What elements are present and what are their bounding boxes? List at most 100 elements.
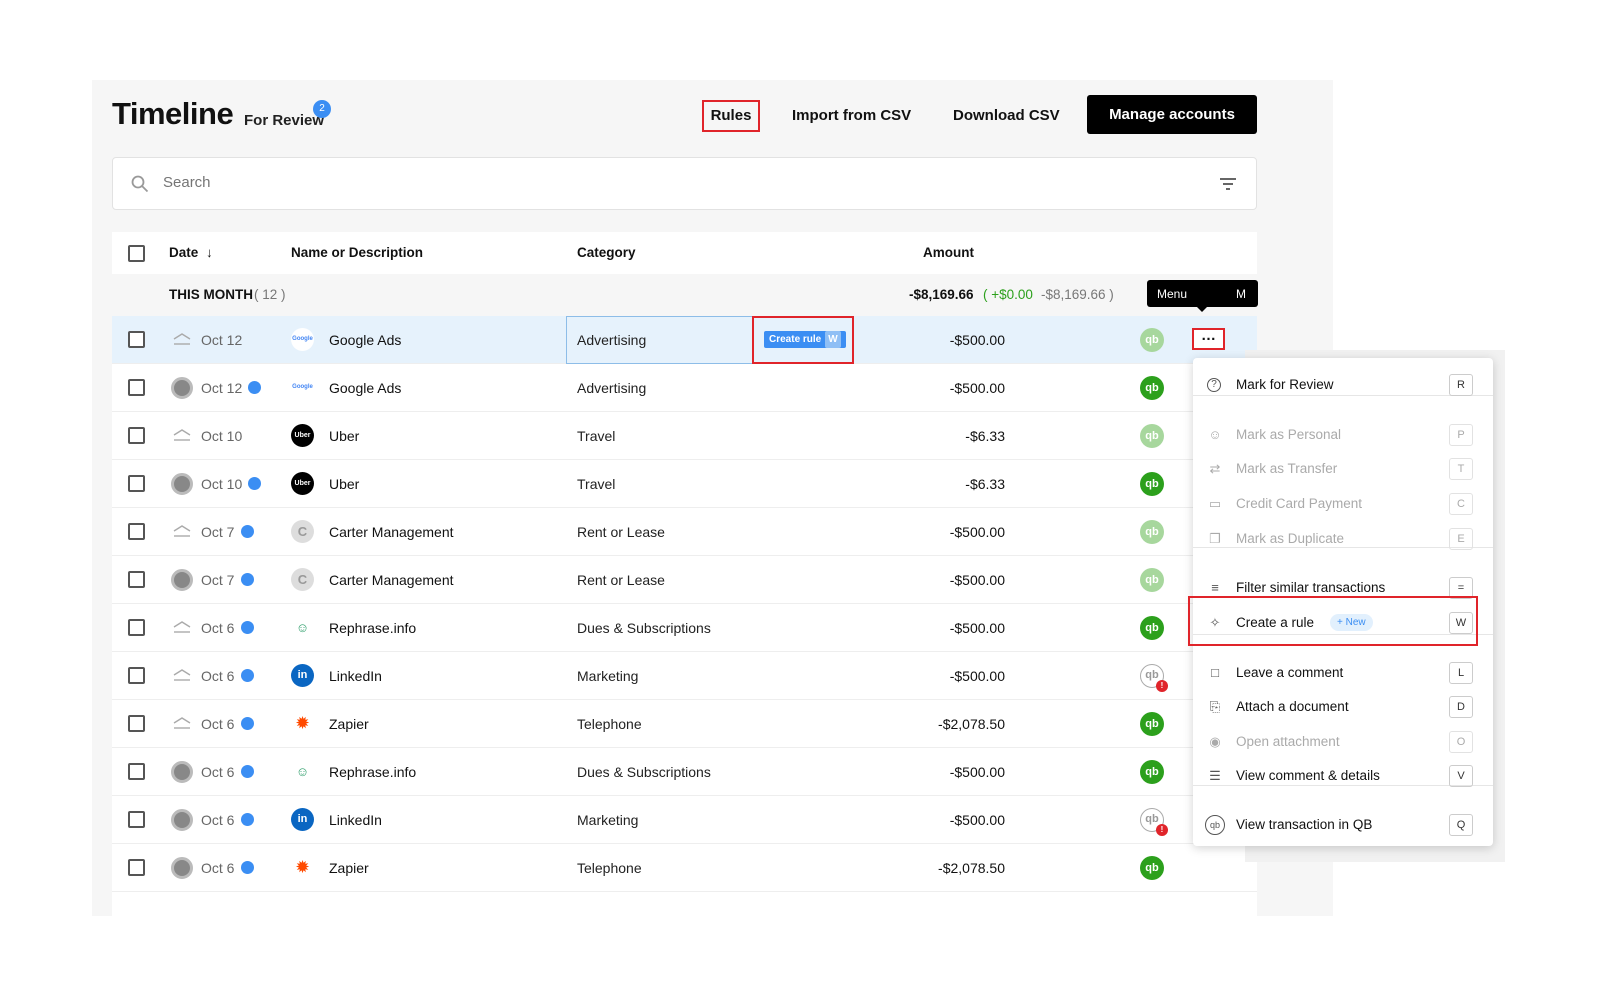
quickbooks-sync-icon[interactable]: qb xyxy=(1140,568,1164,592)
quickbooks-sync-icon[interactable]: qb xyxy=(1140,712,1164,736)
table-row[interactable]: Oct 6 ✹ Zapier Telephone -$2,078.50 qb xyxy=(112,700,1257,748)
row-amount: -$500.00 xyxy=(949,764,1005,780)
table-row[interactable]: Oct 7 C Carter Management Rent or Lease -$50… xyxy=(112,556,1257,604)
import-csv-button[interactable]: Import from CSV xyxy=(784,100,919,132)
row-date: Oct 6 xyxy=(201,812,235,828)
user-avatar-icon xyxy=(171,761,193,783)
person-icon: ☺ xyxy=(1208,427,1222,442)
row-name: Zapier xyxy=(329,860,369,876)
quickbooks-sync-icon[interactable]: qb xyxy=(1140,616,1164,640)
row-amount: -$500.00 xyxy=(949,332,1005,348)
sync-error-icon: ! xyxy=(1156,680,1168,692)
download-csv-button[interactable]: Download CSV xyxy=(945,100,1068,132)
row-checkbox[interactable] xyxy=(128,427,145,444)
row-checkbox[interactable] xyxy=(128,811,145,828)
quickbooks-sync-icon[interactable]: qb! xyxy=(1140,808,1168,836)
column-header-category: Category xyxy=(577,245,636,260)
table-row[interactable]: Oct 12 Google Google Ads Advertising Create … xyxy=(112,316,1257,364)
bank-icon xyxy=(171,665,193,687)
filter-icon: ≡ xyxy=(1211,580,1219,595)
row-checkbox[interactable] xyxy=(128,331,145,348)
rules-button[interactable]: Rules xyxy=(702,100,760,132)
transactions-table: Date ↓ Name or Description Category Amou… xyxy=(112,232,1257,916)
row-checkbox[interactable] xyxy=(128,763,145,780)
manage-accounts-button[interactable]: Manage accounts xyxy=(1087,95,1257,134)
group-negative-total: -$8,169.66 ) xyxy=(1041,287,1114,302)
row-category[interactable]: Advertising xyxy=(577,332,646,348)
menu-item-shortcut: R xyxy=(1449,374,1473,396)
review-status-icon xyxy=(241,861,254,874)
row-checkbox[interactable] xyxy=(128,571,145,588)
quickbooks-sync-icon[interactable]: qb! xyxy=(1140,664,1168,692)
menu-item-view-comment-details[interactable]: ☰ View comment & details V xyxy=(1193,761,1493,791)
table-row[interactable]: Oct 6 in LinkedIn Marketing -$500.00 qb! xyxy=(112,652,1257,700)
menu-item-shortcut: E xyxy=(1449,528,1473,550)
timeline-panel: Timeline For Review 2 Rules Import from … xyxy=(92,80,1333,916)
table-row[interactable]: Oct 6 in LinkedIn Marketing -$500.00 qb! xyxy=(112,796,1257,844)
table-row[interactable]: Oct 10 Uber Uber Travel -$6.33 qb xyxy=(112,412,1257,460)
table-row[interactable]: Oct 10 Uber Uber Travel -$6.33 qb xyxy=(112,460,1257,508)
table-row[interactable]: Oct 6 ☺ Rephrase.info Dues & Subscriptions -… xyxy=(112,748,1257,796)
menu-item-shortcut: C xyxy=(1449,493,1473,515)
menu-item-attach-a-document[interactable]: ⎘ Attach a document D xyxy=(1193,692,1493,722)
row-checkbox[interactable] xyxy=(128,859,145,876)
row-name: Zapier xyxy=(329,716,369,732)
row-checkbox[interactable] xyxy=(128,619,145,636)
quickbooks-sync-icon[interactable]: qb xyxy=(1140,520,1164,544)
row-date: Oct 6 xyxy=(201,764,235,780)
menu-item-open-attachment: ◉ Open attachment O xyxy=(1193,727,1493,757)
row-date: Oct 12 xyxy=(201,332,243,348)
menu-item-leave-a-comment[interactable]: □ Leave a comment L xyxy=(1193,658,1493,688)
table-row[interactable]: Oct 6 ☺ Rephrase.info Dues & Subscriptions -… xyxy=(112,604,1257,652)
search-bar xyxy=(112,157,1257,210)
quickbooks-sync-icon[interactable]: qb xyxy=(1140,760,1164,784)
row-amount: -$6.33 xyxy=(965,428,1005,444)
quickbooks-sync-icon[interactable]: qb xyxy=(1140,856,1164,880)
row-amount: -$6.33 xyxy=(965,476,1005,492)
group-row-this-month: THIS MONTH ( 12 ) -$8,169.66 ( +$0.00 -$… xyxy=(112,274,1257,316)
create-rule-label: Create rule xyxy=(769,334,822,345)
search-input[interactable] xyxy=(163,174,1063,191)
row-category: Telephone xyxy=(577,860,642,876)
linkedin-logo-icon: in xyxy=(291,808,314,831)
row-name: Rephrase.info xyxy=(329,620,417,636)
row-date: Oct 12 xyxy=(201,380,243,396)
row-checkbox[interactable] xyxy=(128,667,145,684)
column-header-date[interactable]: Date ↓ xyxy=(169,245,213,260)
menu-item-view-transaction-in-qb[interactable]: qb View transaction in QB Q xyxy=(1193,810,1493,840)
search-icon xyxy=(131,175,149,193)
menu-item-label: View comment & details xyxy=(1236,768,1380,783)
table-row[interactable]: Oct 12 Google Google Ads Advertising -$500.0… xyxy=(112,364,1257,412)
for-review-tab[interactable]: For Review xyxy=(244,112,324,129)
table-row[interactable]: Oct 7 C Carter Management Rent or Lease -$50… xyxy=(112,508,1257,556)
create-rule-button[interactable]: Create rule W xyxy=(764,331,846,348)
more-options-icon[interactable]: … xyxy=(1192,328,1225,350)
bank-icon xyxy=(171,521,193,543)
select-all-checkbox[interactable] xyxy=(128,245,145,262)
row-checkbox[interactable] xyxy=(128,523,145,540)
quickbooks-sync-icon[interactable]: qb xyxy=(1140,424,1164,448)
row-category: Dues & Subscriptions xyxy=(577,764,711,780)
row-amount: -$2,078.50 xyxy=(938,716,1005,732)
menu-item-mark-as-personal: ☺ Mark as Personal P xyxy=(1193,420,1493,450)
table-header: Date ↓ Name or Description Category Amou… xyxy=(112,232,1257,274)
table-row[interactable]: Oct 6 ✹ Zapier Telephone -$2,078.50 qb xyxy=(112,844,1257,892)
group-total: -$8,169.66 xyxy=(909,287,974,302)
row-amount: -$500.00 xyxy=(949,524,1005,540)
filter-icon[interactable] xyxy=(1218,174,1238,194)
quickbooks-sync-icon[interactable]: qb xyxy=(1140,472,1164,496)
tooltip-arrow xyxy=(1197,307,1207,312)
bank-icon xyxy=(171,425,193,447)
row-checkbox[interactable] xyxy=(128,379,145,396)
row-checkbox[interactable] xyxy=(128,715,145,732)
quickbooks-sync-icon[interactable]: qb xyxy=(1140,328,1164,352)
review-status-icon xyxy=(241,813,254,826)
row-checkbox[interactable] xyxy=(128,475,145,492)
quickbooks-sync-icon[interactable]: qb xyxy=(1140,376,1164,400)
menu-item-shortcut: L xyxy=(1449,662,1473,684)
rephrase-logo-icon: ☺ xyxy=(291,760,314,783)
menu-item-label: Mark as Transfer xyxy=(1236,461,1338,476)
menu-item-shortcut: O xyxy=(1449,731,1473,753)
column-header-name: Name or Description xyxy=(291,245,424,260)
menu-item-mark-for-review[interactable]: ? Mark for Review R xyxy=(1193,370,1493,400)
